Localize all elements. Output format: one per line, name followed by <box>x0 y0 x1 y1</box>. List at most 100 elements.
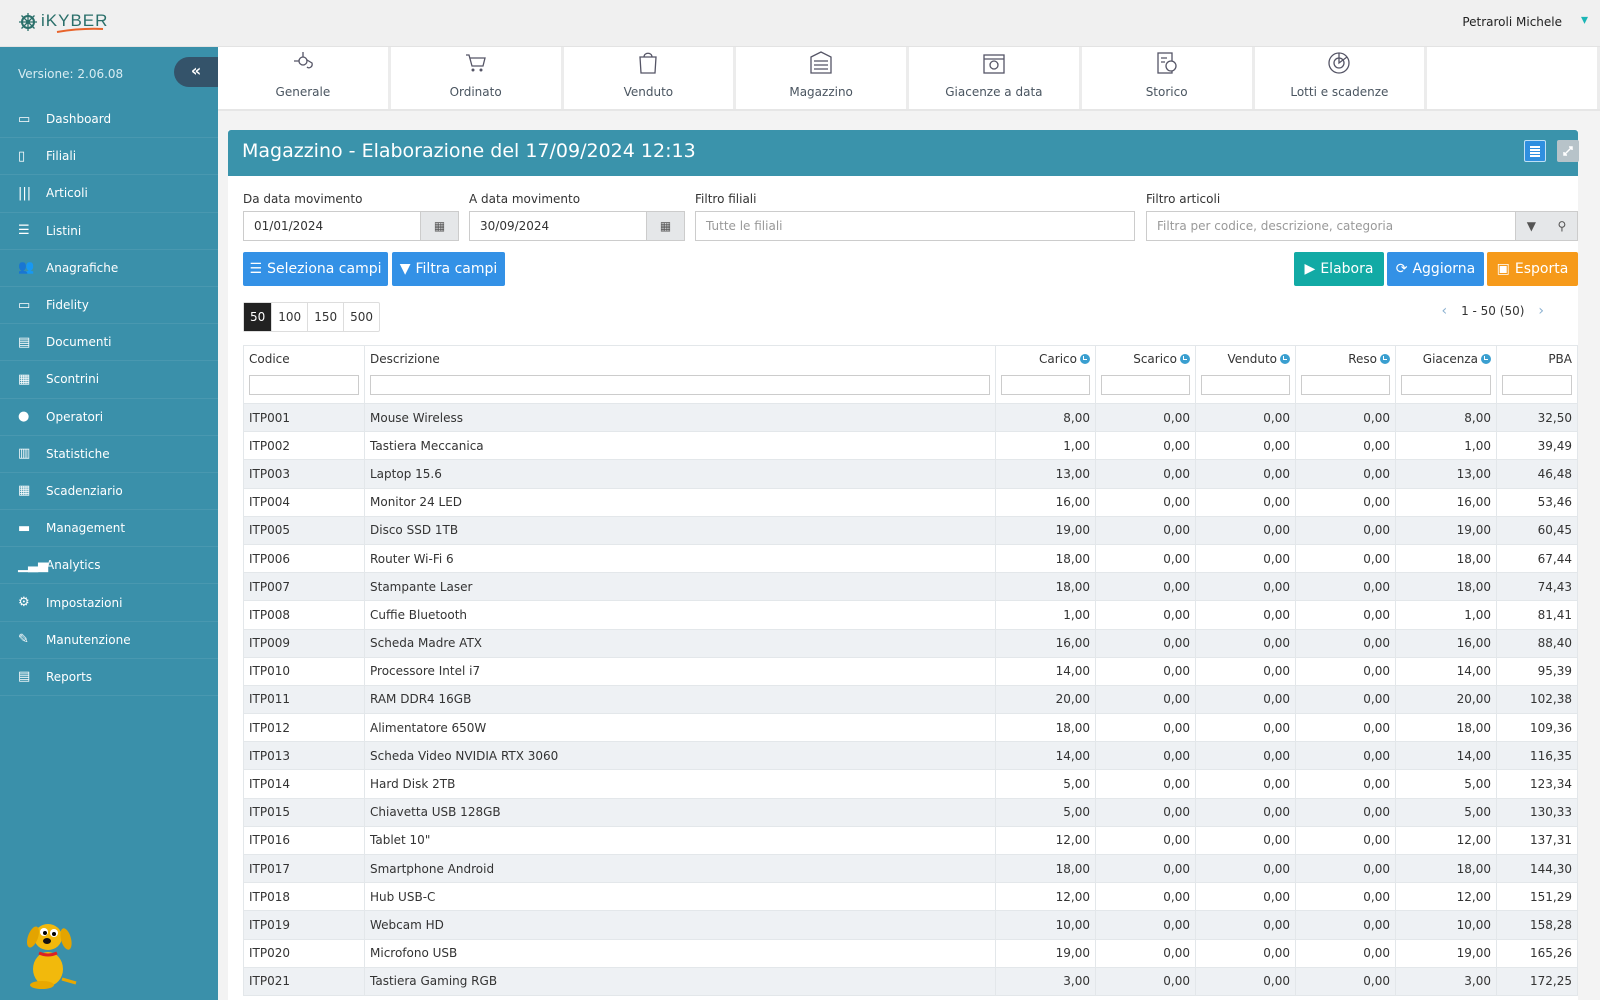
table-row[interactable]: ITP003 Laptop 15.6 13,00 0,00 0,00 0,00 13,00 4… <box>243 459 1578 489</box>
table-row[interactable]: ITP017 Smartphone Android 18,00 0,00 0,00 0,0… <box>243 853 1578 884</box>
column-header-scarico[interactable]: Scarico <box>1095 345 1196 404</box>
table-row[interactable]: ITP009 Scheda Madre ATX 16,00 0,00 0,00 0,00 1… <box>243 628 1578 658</box>
tab-label: Magazzino <box>789 85 853 99</box>
column-header-giacenza[interactable]: Giacenza <box>1395 345 1497 404</box>
page-size-500[interactable]: 500 <box>343 303 379 331</box>
table-row[interactable]: ITP007 Stampante Laser 18,00 0,00 0,00 0,00 18… <box>243 572 1578 602</box>
wrench-icon: ✎ <box>18 632 29 648</box>
table-row[interactable]: ITP010 Processore Intel i7 14,00 0,00 0,00 0,… <box>243 656 1578 686</box>
pdf-icon: ▤ <box>18 669 31 685</box>
column-filter-input[interactable] <box>1502 375 1572 395</box>
cell-carico: 14,00 <box>995 656 1096 686</box>
sidebar-item-reports[interactable]: ▤ Reports <box>0 659 218 696</box>
tab-magazzino[interactable]: Magazzino <box>736 47 909 109</box>
sidebar-item-statistiche[interactable]: ▥ Statistiche <box>0 436 218 473</box>
collapse-sidebar-button[interactable]: « <box>174 57 218 87</box>
column-filter-input[interactable] <box>1201 375 1290 395</box>
table-row[interactable]: ITP004 Monitor 24 LED 16,00 0,00 0,00 0,00 16,… <box>243 487 1578 517</box>
sidebar-item-fidelity[interactable]: ▭ Fidelity <box>0 287 218 325</box>
column-filter-input[interactable] <box>1101 375 1190 395</box>
export-button[interactable]: ▣ Esporta <box>1487 252 1578 286</box>
table-row[interactable]: ITP011 RAM DDR4 16GB 20,00 0,00 0,00 0,00 20,0… <box>243 684 1578 715</box>
sidebar-item-management[interactable]: ▬ Management <box>0 510 218 548</box>
prev-page-icon[interactable]: ‹ <box>1441 303 1447 319</box>
clock-icon[interactable] <box>1380 354 1390 364</box>
sidebar-item-listini[interactable]: ☰ Listini <box>0 213 218 250</box>
clock-icon[interactable] <box>1481 354 1491 364</box>
sidebar-item-scontrini[interactable]: ▦ Scontrini <box>0 361 218 399</box>
sidebar-item-impostazioni[interactable]: ⚙ Impostazioni <box>0 584 218 622</box>
table-row[interactable]: ITP002 Tastiera Meccanica 1,00 0,00 0,00 0,00… <box>243 431 1578 461</box>
column-header-venduto[interactable]: Venduto <box>1195 345 1296 404</box>
tab-generale[interactable]: Generale <box>218 47 391 109</box>
expand-button[interactable] <box>1557 140 1579 162</box>
sidebar-item-operatori[interactable]: ● Operatori <box>0 399 218 436</box>
cell-carico: 1,00 <box>995 600 1096 630</box>
page-size-50[interactable]: 50 <box>244 303 272 331</box>
sidebar-item-articoli[interactable]: ||| Articoli <box>0 175 218 213</box>
filter-fields-button[interactable]: ▼ Filtra campi <box>392 252 505 286</box>
caret-down-icon[interactable]: ▾ <box>1581 12 1588 28</box>
table-row[interactable]: ITP019 Webcam HD 10,00 0,00 0,00 0,00 10,00 158… <box>243 910 1578 940</box>
filter-icon[interactable]: ▼ <box>1527 219 1536 233</box>
table-row[interactable]: ITP020 Microfono USB 19,00 0,00 0,00 0,00 19,0… <box>243 938 1578 968</box>
column-header-carico[interactable]: Carico <box>995 345 1096 404</box>
cell-reso: 0,00 <box>1295 797 1396 827</box>
sidebar-item-documenti[interactable]: ▤ Documenti <box>0 324 218 362</box>
column-filter-input[interactable] <box>1301 375 1390 395</box>
from-date-calendar-button[interactable]: ▦ <box>421 211 459 241</box>
tab-venduto[interactable]: Venduto <box>564 47 737 109</box>
refresh-button[interactable]: ⟳ Aggiorna <box>1387 252 1484 286</box>
tab-ordinato[interactable]: Ordinato <box>391 47 564 109</box>
article-filter-input[interactable]: Filtra per codice, descrizione, categori… <box>1146 211 1516 241</box>
column-header-reso[interactable]: Reso <box>1295 345 1396 404</box>
clock-icon[interactable] <box>1080 354 1090 364</box>
tab-lotti-e-scadenze[interactable]: Lotti e scadenze <box>1255 47 1428 109</box>
clock-icon[interactable] <box>1280 354 1290 364</box>
sidebar-item-dashboard[interactable]: ▭ Dashboard <box>0 101 218 139</box>
table-row[interactable]: ITP015 Chiavetta USB 128GB 5,00 0,00 0,00 0,0… <box>243 797 1578 827</box>
to-date-calendar-button[interactable]: ▦ <box>647 211 685 241</box>
column-header-descrizione[interactable]: Descrizione <box>364 345 996 404</box>
column-filter-input[interactable] <box>249 375 359 395</box>
tab-storico[interactable]: Storico <box>1082 47 1255 109</box>
page-size-150[interactable]: 150 <box>307 303 343 331</box>
cell-giacenza: 1,00 <box>1395 431 1497 461</box>
column-filter-input[interactable] <box>1001 375 1090 395</box>
search-icon[interactable]: ⚲ <box>1557 219 1566 233</box>
table-row[interactable]: ITP008 Cuffie Bluetooth 1,00 0,00 0,00 0,00 1,… <box>243 600 1578 630</box>
page-size-100[interactable]: 100 <box>271 303 307 331</box>
table-row[interactable]: ITP014 Hard Disk 2TB 5,00 0,00 0,00 0,00 5,00 1… <box>243 769 1578 799</box>
sidebar-item-manutenzione[interactable]: ✎ Manutenzione <box>0 622 218 659</box>
table-row[interactable]: ITP005 Disco SSD 1TB 19,00 0,00 0,00 0,00 19,0… <box>243 515 1578 545</box>
column-filter-input[interactable] <box>370 375 990 395</box>
table-row[interactable]: ITP001 Mouse Wireless 8,00 0,00 0,00 0,00 8,00… <box>243 402 1578 433</box>
tab-giacenze-a-data[interactable]: Giacenze a data <box>909 47 1082 109</box>
sidebar-item-analytics[interactable]: ▁▃▅ Analytics <box>0 547 218 585</box>
branch-filter-input[interactable]: Tutte le filiali <box>695 211 1135 241</box>
table-row[interactable]: ITP006 Router Wi-Fi 6 18,00 0,00 0,00 0,00 18,… <box>243 543 1578 574</box>
logo[interactable]: iKYBER <box>18 10 119 34</box>
column-header-pba[interactable]: PBA <box>1496 345 1578 404</box>
process-button[interactable]: ▶ Elabora <box>1294 252 1384 286</box>
cell-scarico: 0,00 <box>1095 684 1196 715</box>
next-page-icon[interactable]: › <box>1538 303 1544 319</box>
clock-icon[interactable] <box>1180 354 1190 364</box>
user-name[interactable]: Petraroli Michele <box>1462 15 1562 29</box>
table-row[interactable]: ITP016 Tablet 10" 12,00 0,00 0,00 0,00 12,00 13… <box>243 825 1578 856</box>
cell-codice: ITP009 <box>243 628 365 658</box>
sidebar-item-anagrafiche[interactable]: 👥 Anagrafiche <box>0 250 218 287</box>
select-fields-button[interactable]: ☰ Seleziona campi <box>243 252 388 286</box>
table-row[interactable]: ITP021 Tastiera Gaming RGB 3,00 0,00 0,00 0,0… <box>243 966 1578 996</box>
sidebar-item-filiali[interactable]: ▯ Filiali <box>0 138 218 176</box>
sidebar-item-scadenziario[interactable]: ▦ Scadenziario <box>0 473 218 511</box>
cell-pba: 67,44 <box>1496 543 1578 574</box>
to-date-input[interactable]: 30/09/2024 <box>469 211 647 241</box>
column-filter-input[interactable] <box>1401 375 1491 395</box>
table-row[interactable]: ITP018 Hub USB-C 12,00 0,00 0,00 0,00 12,00 151… <box>243 882 1578 912</box>
table-row[interactable]: ITP012 Alimentatore 650W 18,00 0,00 0,00 0,00… <box>243 713 1578 743</box>
table-row[interactable]: ITP013 Scheda Video NVIDIA RTX 3060 14,00 0… <box>243 741 1578 771</box>
from-date-input[interactable]: 01/01/2024 <box>243 211 421 241</box>
column-header-codice[interactable]: Codice <box>243 345 365 404</box>
list-view-button[interactable] <box>1524 140 1546 162</box>
